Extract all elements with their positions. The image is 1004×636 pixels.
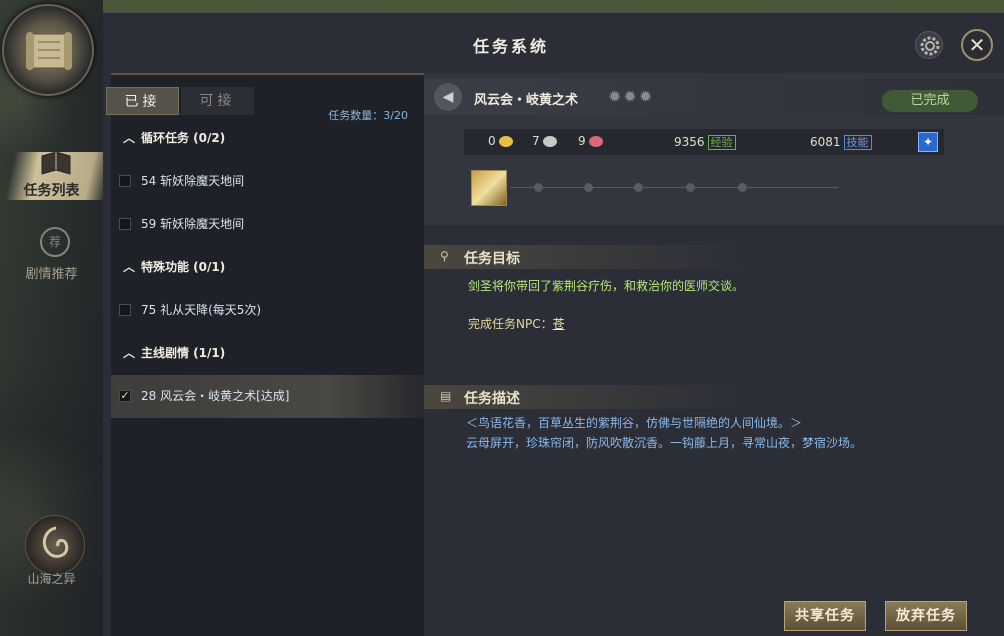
copper-reward: 9 <box>578 134 603 148</box>
quest-list: ︿ 循环任务 (0/2) 54 斩妖除魔天地间 59 斩妖除魔天地间 ︿ 特殊功能 … <box>111 117 424 418</box>
progress-dot <box>584 183 593 192</box>
quest-checkbox[interactable] <box>119 175 131 187</box>
skill-reward: 6081 技能 <box>810 134 872 150</box>
chevron-up-icon: ︿ <box>123 346 136 360</box>
window-title: 任务系统 <box>472 37 549 56</box>
sidebar-item-label: 剧情推荐 <box>25 267 78 282</box>
tab-accepted[interactable]: 已接 <box>106 87 179 115</box>
reward-bar: 0 7 9 9356 经验 6081 技能 <box>464 129 944 155</box>
quest-checkbox[interactable] <box>119 218 131 230</box>
quest-item[interactable]: 59 斩妖除魔天地间 <box>111 203 424 246</box>
silver-reward: 7 <box>532 134 557 148</box>
quest-window: 任务系统 ✕ 已接 可接 任务数量：3/20 ︿ 循环任务 (0/2) 54 斩妖… <box>103 12 1004 636</box>
gold-coin-icon <box>498 136 513 147</box>
description-line: 云母屏开，珍珠帘闭，防风吹散沉香。一钩藤上月，寻常山夜，梦宿沙场。 <box>466 436 863 450</box>
close-icon[interactable]: ✕ <box>961 29 993 61</box>
copper-coin-icon <box>588 136 603 147</box>
group-label: 主线剧情 (1/1) <box>141 346 226 360</box>
title-bar: 任务系统 ✕ <box>103 13 1004 73</box>
quest-label: 75 礼从天降(每天5次) <box>141 303 262 317</box>
location-pin-icon: ⚲ <box>440 249 449 263</box>
quest-summary: ◀ 风云会・岐黄之术 ✹✹✹ 已完成 0 7 9 9356 经验 6081 技能 ✦ <box>424 73 1004 225</box>
quest-item[interactable]: 54 斩妖除魔天地间 <box>111 160 424 203</box>
sidebar-item-quest-list[interactable]: 任务列表 <box>0 140 116 210</box>
reward-item-icon[interactable] <box>471 170 507 206</box>
progress-dot <box>686 183 695 192</box>
tab-available[interactable]: 可接 <box>181 87 254 115</box>
sidebar: 任务列表 荐 剧情推荐 山海之异 <box>0 0 116 636</box>
reward-info-icon[interactable]: ✦ <box>918 132 938 152</box>
objective-header: ⚲ 任务目标 <box>424 245 754 269</box>
difficulty-gear-icons: ✹✹✹ <box>608 87 655 106</box>
npc-line: 完成任务NPC：苍 <box>468 315 565 332</box>
sidebar-item-label: 任务列表 <box>23 183 80 199</box>
bottom-logo-label: 山海之异 <box>27 572 76 586</box>
chevron-up-icon: ︿ <box>123 131 136 145</box>
tab-bar: 已接 可接 任务数量：3/20 <box>106 87 424 122</box>
progress-dot <box>738 183 747 192</box>
quest-label: 54 斩妖除魔天地间 <box>141 174 245 188</box>
description-header: ▤ 任务描述 <box>424 385 754 409</box>
quest-item[interactable]: 75 礼从天降(每天5次) <box>111 289 424 332</box>
scroll-icon: ▤ <box>440 389 452 403</box>
gold-reward: 0 <box>488 134 513 148</box>
progress-dot <box>634 183 643 192</box>
quest-label: 59 斩妖除魔天地间 <box>141 217 245 231</box>
npc-label: 完成任务NPC： <box>468 317 553 331</box>
description-line: ＜鸟语花香，百草丛生的紫荆谷，仿佛与世隔绝的人间仙境。＞ <box>466 416 803 430</box>
quest-label: 28 风云会・岐黄之术[达成] <box>141 389 290 403</box>
exp-reward: 9356 经验 <box>674 134 736 150</box>
chevron-up-icon: ︿ <box>123 260 136 274</box>
abandon-quest-button[interactable]: 放弃任务 <box>885 601 967 631</box>
book-icon <box>36 148 76 178</box>
silver-coin-icon <box>542 136 557 147</box>
progress-track <box>510 187 838 188</box>
objective-text: 剑圣将你带回了紫荆谷疗伤，和救治你的医师交谈。 <box>468 279 745 293</box>
quest-checkbox-checked[interactable]: ✓ <box>119 390 131 402</box>
progress-dot <box>534 183 543 192</box>
quest-checkbox[interactable] <box>119 304 131 316</box>
quest-header: ◀ 风云会・岐黄之术 ✹✹✹ 已完成 <box>424 79 1004 115</box>
group-label: 特殊功能 (0/1) <box>141 260 226 274</box>
dragon-emblem-icon[interactable] <box>25 515 85 575</box>
sidebar-item-story-recommend[interactable]: 荐 剧情推荐 <box>0 225 103 285</box>
group-label: 循环任务 (0/2) <box>141 131 226 145</box>
npc-link[interactable]: 苍 <box>553 317 565 331</box>
share-quest-button[interactable]: 共享任务 <box>784 601 866 631</box>
objective-title: 任务目标 <box>464 251 520 267</box>
scroll-logo-icon[interactable] <box>2 4 94 96</box>
quest-group-special[interactable]: ︿ 特殊功能 (0/1) <box>111 246 424 289</box>
quest-group-loop[interactable]: ︿ 循环任务 (0/2) <box>111 117 424 160</box>
status-badge: 已完成 <box>882 90 978 112</box>
quest-group-main[interactable]: ︿ 主线剧情 (1/1) <box>111 332 424 375</box>
quest-list-panel: 已接 可接 任务数量：3/20 ︿ 循环任务 (0/2) 54 斩妖除魔天地间 5… <box>106 73 424 636</box>
speaker-icon[interactable]: ◀ <box>434 83 462 111</box>
description-title: 任务描述 <box>464 391 520 407</box>
quest-detail-panel: ◀ 风云会・岐黄之术 ✹✹✹ 已完成 0 7 9 9356 经验 6081 技能 ✦… <box>424 73 1004 636</box>
quest-item-selected[interactable]: ✓ 28 风云会・岐黄之术[达成] <box>111 375 424 418</box>
gear-icon[interactable] <box>915 31 943 59</box>
quest-name: 风云会・岐黄之术 <box>474 93 579 108</box>
recommend-badge-icon: 荐 <box>40 227 70 257</box>
